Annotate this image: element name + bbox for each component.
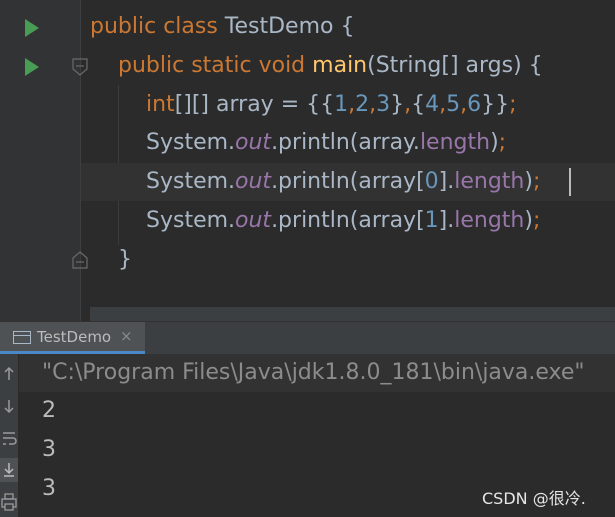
- output-line: 3: [42, 476, 56, 501]
- code-token: ].: [438, 208, 455, 233]
- down-arrow-icon[interactable]: [0, 394, 18, 418]
- code-token: 3: [376, 92, 391, 117]
- code-editor[interactable]: public class TestDemo {public static voi…: [0, 0, 615, 321]
- run-main-icon[interactable]: [25, 58, 39, 76]
- run-panel-header: TestDemo ×: [0, 321, 615, 354]
- watermark: CSDN @很冷.: [482, 489, 586, 508]
- code-token: ): [524, 208, 533, 233]
- horizontal-scrollbar[interactable]: [90, 307, 615, 321]
- editor-gutter: [0, 0, 80, 321]
- code-token: 6: [467, 92, 482, 117]
- run-toolbar: [0, 354, 18, 517]
- fold-open-icon[interactable]: [72, 58, 88, 76]
- code-token: .println(array[: [271, 208, 425, 233]
- up-arrow-icon[interactable]: [0, 362, 18, 386]
- console-icon: [13, 331, 31, 344]
- code-token: 2: [355, 92, 370, 117]
- code-token: ;: [509, 92, 517, 117]
- code-token: void: [258, 53, 313, 78]
- output-line: 3: [42, 437, 56, 462]
- code-token: static: [191, 53, 259, 78]
- code-line: System.out.println(array[1].length);: [146, 202, 540, 240]
- code-token: length: [454, 208, 525, 233]
- tab-testdemo[interactable]: TestDemo ×: [0, 322, 145, 354]
- code-token: ;: [498, 130, 507, 155]
- code-token: ].: [438, 169, 455, 194]
- output-line: 2: [42, 398, 56, 423]
- code-token: ;: [532, 208, 541, 233]
- code-line: public class TestDemo {: [90, 8, 354, 46]
- code-token: ;: [532, 169, 541, 194]
- code-token: .println(array[: [271, 169, 425, 194]
- code-token: .println(array.: [271, 130, 420, 155]
- gutter-divider: [80, 0, 81, 321]
- code-line: System.out.println(array[0].length);: [146, 163, 540, 201]
- code-token: 4: [425, 92, 440, 117]
- print-icon[interactable]: [0, 490, 18, 514]
- code-token: class: [163, 14, 225, 39]
- code-token: System.: [146, 169, 236, 194]
- code-line: public static void main(String[] args) {: [118, 47, 543, 85]
- fold-close-icon[interactable]: [72, 251, 88, 269]
- code-token: System.: [146, 208, 236, 233]
- run-class-icon[interactable]: [25, 19, 39, 37]
- scroll-to-end-icon[interactable]: [0, 458, 18, 482]
- code-line: int[][] array = {{1,2,3},{4,5,6}};: [146, 86, 517, 124]
- code-token: (String[] args) {: [367, 53, 543, 78]
- code-token: 0: [424, 169, 439, 194]
- code-token: length: [454, 169, 525, 194]
- code-token: out: [235, 169, 272, 194]
- code-token: 1: [424, 208, 439, 233]
- code-token: {: [411, 92, 426, 117]
- code-token: 5: [446, 92, 461, 117]
- code-token: TestDemo {: [224, 14, 355, 39]
- text-caret: [569, 168, 571, 196]
- code-token: int: [146, 92, 175, 117]
- code-token: public: [90, 14, 164, 39]
- code-token: }: [118, 247, 132, 272]
- command-line: "C:\Program Files\Java\jdk1.8.0_181\bin\…: [42, 360, 585, 385]
- soft-wrap-icon[interactable]: [0, 426, 18, 450]
- code-token: 1: [334, 92, 349, 117]
- close-icon[interactable]: ×: [120, 327, 133, 345]
- code-token: System.: [146, 130, 236, 155]
- code-token: out: [235, 208, 272, 233]
- code-token: }}: [481, 92, 510, 117]
- code-token: out: [235, 130, 272, 155]
- tab-label: TestDemo: [37, 328, 112, 346]
- code-token: ): [524, 169, 533, 194]
- code-line: }: [118, 241, 132, 279]
- code-token: ): [490, 130, 499, 155]
- code-token: main: [312, 53, 368, 78]
- code-token: public: [118, 53, 192, 78]
- code-token: length: [419, 130, 491, 155]
- code-line: System.out.println(array.length);: [146, 124, 506, 162]
- code-token: [][] array = {{: [174, 92, 335, 117]
- code-token: }: [390, 92, 405, 117]
